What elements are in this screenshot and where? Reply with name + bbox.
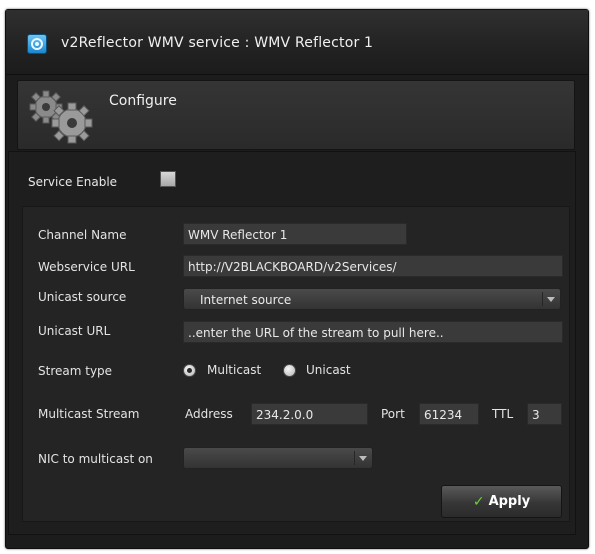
ttl-label: TTL [492,407,514,421]
checkmark-icon: ✓ [472,493,485,510]
title-bar: v2Reflector WMV service : WMV Reflector … [6,10,588,75]
configure-label: Configure [109,93,177,109]
stream-type-label: Stream type [38,364,113,378]
webservice-url-label: Webservice URL [38,260,135,274]
multicast-stream-label: Multicast Stream [38,407,140,421]
app-icon [27,34,47,54]
radio-unicast-label: Unicast [306,363,351,377]
multicast-address-input[interactable]: 234.2.0.0 [251,403,368,425]
multicast-port-input[interactable]: 61234 [419,403,479,425]
chevron-down-icon [354,451,368,465]
chevron-down-icon [542,292,556,306]
gears-icon [29,90,93,144]
nic-label: NIC to multicast on [38,452,153,466]
port-label: Port [381,407,405,421]
address-label: Address [185,407,233,421]
multicast-ttl-input[interactable]: 3 [527,403,562,425]
unicast-url-input[interactable]: ..enter the URL of the stream to pull he… [183,321,563,343]
service-enable-checkbox[interactable] [160,171,176,187]
unicast-source-label: Unicast source [38,290,127,304]
window-title: v2Reflector WMV service : WMV Reflector … [61,35,374,51]
apply-button[interactable]: ✓ Apply [441,485,562,518]
webservice-url-input[interactable]: http://V2BLACKBOARD/v2Services/ [183,255,563,277]
apply-label: Apply [488,494,531,509]
configure-header: Configure [17,80,575,150]
radio-unicast[interactable] [283,364,296,377]
unicast-source-select[interactable]: Internet source [183,288,561,310]
radio-multicast-label: Multicast [207,363,262,377]
channel-name-input[interactable]: WMV Reflector 1 [183,223,407,245]
channel-name-label: Channel Name [38,228,127,242]
unicast-source-value: Internet source [200,293,292,307]
radio-multicast[interactable] [183,364,196,377]
unicast-url-label: Unicast URL [38,324,111,338]
service-enable-label: Service Enable [28,175,118,189]
nic-select[interactable] [183,447,373,469]
